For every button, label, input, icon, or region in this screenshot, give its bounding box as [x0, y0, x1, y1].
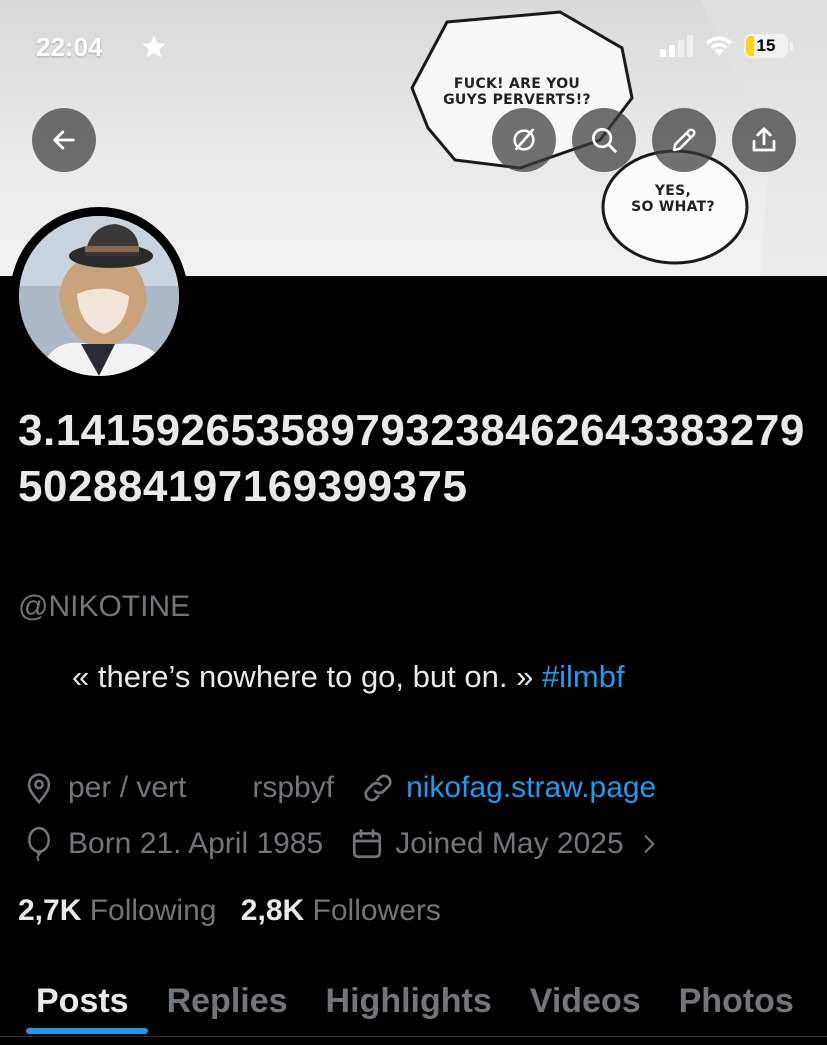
- link-icon: [364, 774, 392, 802]
- chevron-right-icon[interactable]: [636, 829, 662, 859]
- bio-hashtag-link[interactable]: #ilmbf: [542, 659, 625, 694]
- tab-photos[interactable]: Photos: [679, 982, 794, 1021]
- speech-bubble-bottom: YES, SO WHAT?: [618, 183, 728, 215]
- follow-stats: 2,7K Following 2,8K Followers: [18, 894, 441, 928]
- followers-label: Followers: [312, 894, 441, 927]
- calendar-icon: [353, 829, 382, 859]
- balloon-icon: [28, 826, 50, 862]
- back-button[interactable]: [32, 108, 96, 172]
- professional-category: rspbyf: [252, 771, 335, 804]
- bio: « there’s nowhere to go, but on. » #ilmb…: [72, 659, 625, 695]
- bio-text: « there’s nowhere to go, but on. »: [72, 659, 542, 694]
- star-icon: [142, 35, 166, 58]
- status-time: 22:04: [36, 32, 103, 62]
- arrow-left-icon: [53, 130, 75, 150]
- status-indicators: 15: [660, 34, 793, 58]
- birthday-text: Born 21. April 1985: [68, 827, 324, 860]
- grok-icon: [513, 128, 535, 151]
- grok-button[interactable]: [492, 108, 556, 172]
- avatar-illustration: [19, 216, 179, 376]
- active-tab-indicator: [26, 1028, 148, 1034]
- bubble-line: GUYS PERVERTS!?: [443, 92, 591, 108]
- avatar[interactable]: [19, 216, 179, 376]
- profile-meta-row-2: Born 21. April 1985 Joined May 2025: [22, 826, 662, 862]
- tabs-divider: [0, 1036, 827, 1037]
- bubble-line: SO WHAT?: [631, 199, 715, 215]
- speech-bubble-top: FUCK! ARE YOU GUYS PERVERTS!?: [432, 76, 602, 108]
- search-button[interactable]: [572, 108, 636, 172]
- bubble-line: FUCK! ARE YOU: [453, 76, 581, 92]
- following-count: 2,7K: [18, 894, 82, 927]
- followers-count: 2,8K: [240, 894, 305, 927]
- bubble-line: YES,: [654, 183, 692, 199]
- battery-indicator: 15: [744, 34, 788, 58]
- following-label: Following: [89, 894, 217, 927]
- tab-highlights[interactable]: Highlights: [326, 982, 492, 1021]
- joined-date: Joined May 2025: [395, 827, 624, 860]
- following-stat[interactable]: 2,7K Following: [18, 894, 216, 927]
- battery-level: 15: [756, 36, 776, 55]
- edit-button[interactable]: [652, 108, 716, 172]
- location-pin-icon: [27, 773, 51, 805]
- cellular-signal-icon: [660, 35, 693, 57]
- tab-videos[interactable]: Videos: [530, 982, 641, 1021]
- share-button[interactable]: [732, 108, 796, 172]
- wifi-icon: [706, 36, 732, 56]
- profile-meta-row-1: per / vert rspbyf nikofag.straw.page: [22, 770, 656, 806]
- location-text: per / vert: [68, 771, 187, 804]
- display-name: 3.14159265358979323846264338327950288419…: [18, 406, 805, 511]
- tab-posts[interactable]: Posts: [36, 982, 129, 1021]
- share-icon: [752, 127, 776, 152]
- user-handle: @NIKOTINE: [18, 590, 191, 623]
- pencil-icon: [672, 128, 696, 152]
- website-link[interactable]: nikofag.straw.page: [406, 771, 656, 805]
- tab-replies[interactable]: Replies: [167, 982, 288, 1021]
- profile-tabs: Posts Replies Highlights Videos Photos: [0, 966, 827, 1036]
- search-icon: [592, 128, 617, 153]
- followers-stat[interactable]: 2,8K Followers: [241, 894, 441, 927]
